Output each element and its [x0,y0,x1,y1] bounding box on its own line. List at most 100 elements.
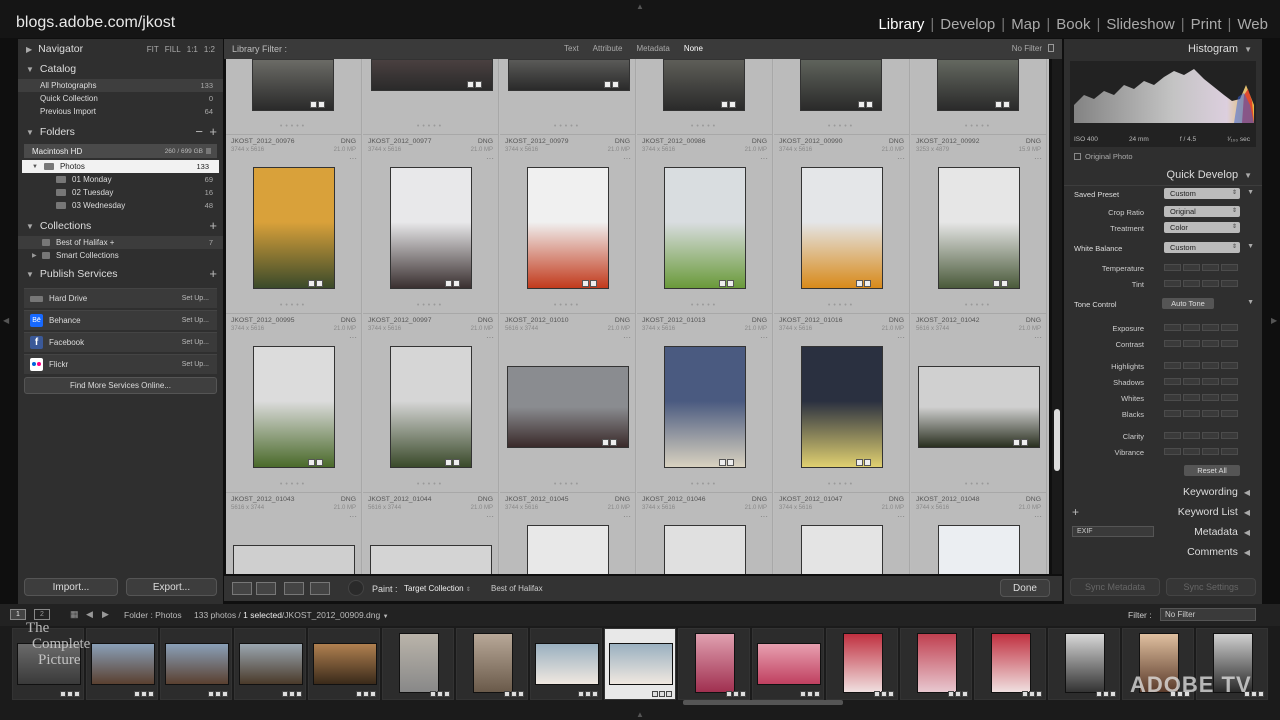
photo-thumbnail[interactable] [664,346,746,468]
zoom-option[interactable]: FILL [165,45,181,54]
rating-dots[interactable]: ••••• [417,123,444,130]
shadows-stepper[interactable] [1164,378,1238,385]
rating-dots[interactable]: ••••• [554,302,581,309]
grid-cell[interactable]: ••••• [637,59,773,135]
photo-thumbnail[interactable] [313,643,377,685]
treatment-select[interactable]: Color [1164,222,1240,233]
filmstrip-thumbnail[interactable] [1048,628,1120,700]
grid-cell[interactable]: JKOST_2012_00979 DNG 3744 x 5616 21.0 MP ···… [500,135,636,314]
more-options-icon[interactable]: ··· [623,512,631,521]
collapse-triangle-icon[interactable]: ▼ [1247,299,1254,306]
rating-dots[interactable]: ••••• [280,302,307,309]
import-button[interactable]: Import... [24,578,118,596]
zoom-option[interactable]: 1:2 [204,45,215,54]
find-more-services-button[interactable]: Find More Services Online... [24,377,217,394]
photo-thumbnail[interactable] [801,167,883,289]
grid-cell[interactable]: JKOST_2012_01046 DNG 3744 x 5616 21.0 MP ···… [637,493,773,574]
grid-cell[interactable]: ••••• [500,59,636,135]
catalog-item[interactable]: All Photographs 133 [18,79,223,92]
rating-dots[interactable]: ••••• [280,481,307,488]
more-options-icon[interactable]: ··· [623,154,631,163]
filmstrip-thumbnail[interactable] [530,628,602,700]
zoom-option[interactable]: FIT [147,45,159,54]
photo-thumbnail[interactable] [165,643,229,685]
rating-dots[interactable]: ••••• [965,302,992,309]
zoom-option[interactable]: 1:1 [187,45,198,54]
comments-header[interactable]: Comments ◀ [1064,542,1262,562]
filmstrip-thumbnail[interactable] [974,628,1046,700]
module-book[interactable]: Book [1052,16,1094,33]
tint-stepper[interactable] [1164,280,1238,287]
photo-thumbnail[interactable] [399,633,439,693]
filter-option-metadata[interactable]: Metadata [636,44,669,53]
more-options-icon[interactable]: ··· [760,333,768,342]
catalog-item[interactable]: Quick Collection 0 [18,92,223,105]
more-options-icon[interactable]: ··· [897,512,905,521]
filter-preset[interactable]: No Filter [1012,44,1042,53]
module-library[interactable]: Library [874,16,928,33]
more-options-icon[interactable]: ··· [349,154,357,163]
photo-thumbnail[interactable] [253,167,335,289]
grid-cell[interactable]: JKOST_2012_00997 DNG 3744 x 5616 21.0 MP ···… [363,314,499,493]
more-options-icon[interactable]: ··· [1034,154,1042,163]
rating-dots[interactable]: ••••• [691,302,718,309]
grid-cell[interactable]: JKOST_2012_01048 DNG 3744 x 5616 21.0 MP ···… [911,493,1047,574]
grid-view-icon[interactable] [232,582,252,595]
photo-thumbnail[interactable] [757,643,821,685]
module-develop[interactable]: Develop [936,16,999,33]
collapse-triangle-icon[interactable]: ▼ [1247,243,1254,250]
photo-thumbnail[interactable] [695,633,735,693]
setup-link[interactable]: Set Up... [182,295,209,302]
filmstrip-scrollbar[interactable] [683,700,843,705]
rating-dots[interactable]: ••••• [417,481,444,488]
publish-service-hard-drive[interactable]: Hard Drive Set Up... [24,288,217,308]
rating-dots[interactable]: ••••• [554,481,581,488]
filmstrip-thumbnail[interactable] [900,628,972,700]
sync-settings-button[interactable]: Sync Settings [1166,578,1256,596]
more-options-icon[interactable]: ··· [486,333,494,342]
quick-develop-header[interactable]: Quick Develop ▼ [1064,165,1262,185]
white-balance-select[interactable]: Custom [1164,242,1240,253]
top-panel-toggle-icon[interactable]: ▲ [636,2,644,11]
filmstrip-thumbnail[interactable] [678,628,750,700]
module-web[interactable]: Web [1233,16,1272,33]
rating-dots[interactable]: ••••• [828,302,855,309]
more-options-icon[interactable]: ··· [897,154,905,163]
photo-thumbnail[interactable] [801,346,883,468]
photo-thumbnail[interactable] [918,366,1040,448]
publish-service-behance[interactable]: Bē Behance Set Up... [24,310,217,330]
filter-lock-icon[interactable] [1048,44,1054,52]
photo-thumbnail[interactable] [527,167,609,289]
catalog-item[interactable]: Previous Import 64 [18,105,223,118]
compare-view-icon[interactable] [284,582,304,595]
publish-service-flickr[interactable]: Flickr Set Up... [24,354,217,374]
photo-thumbnail[interactable] [535,643,599,685]
photo-thumbnail[interactable] [370,545,492,574]
grid-cell[interactable]: JKOST_2012_01010 DNG 5616 x 3744 21.0 MP ···… [500,314,636,493]
paint-target-select[interactable]: Target Collection ⇕ [404,584,471,593]
more-options-icon[interactable]: ··· [623,333,631,342]
module-map[interactable]: Map [1007,16,1044,33]
photo-thumbnail[interactable] [253,346,335,468]
loupe-view-icon[interactable] [256,582,276,595]
more-options-icon[interactable]: ··· [1034,333,1042,342]
exposure-stepper[interactable] [1164,324,1238,331]
sync-metadata-button[interactable]: Sync Metadata [1070,578,1160,596]
rating-dots[interactable]: ••••• [280,123,307,130]
module-slideshow[interactable]: Slideshow [1102,16,1178,33]
photo-thumbnail[interactable] [473,633,513,693]
checkbox-icon[interactable] [1074,152,1081,160]
grid-cell[interactable]: JKOST_2012_00992 DNG 3253 x 4879 15.9 MP ···… [911,135,1047,314]
grid-cell[interactable]: JKOST_2012_01042 DNG 5616 x 3744 21.0 MP ···… [911,314,1047,493]
rating-dots[interactable]: ••••• [828,123,855,130]
collapse-triangle-icon[interactable]: ▼ [32,164,38,170]
grid-cell[interactable]: JKOST_2012_01016 DNG 3744 x 5616 21.0 MP ···… [774,314,910,493]
filmstrip-thumbnail[interactable] [826,628,898,700]
photo-thumbnail[interactable] [390,346,472,468]
histogram-header[interactable]: Histogram ▼ [1064,39,1262,59]
folders-header[interactable]: ▼ Folders − + [18,122,223,142]
rating-dots[interactable]: ••••• [965,481,992,488]
collection-item[interactable]: ▶ Smart Collections [18,249,223,262]
right-panel-toggle-icon[interactable]: ▶ [1271,316,1277,325]
auto-tone-button[interactable]: Auto Tone [1162,298,1214,309]
